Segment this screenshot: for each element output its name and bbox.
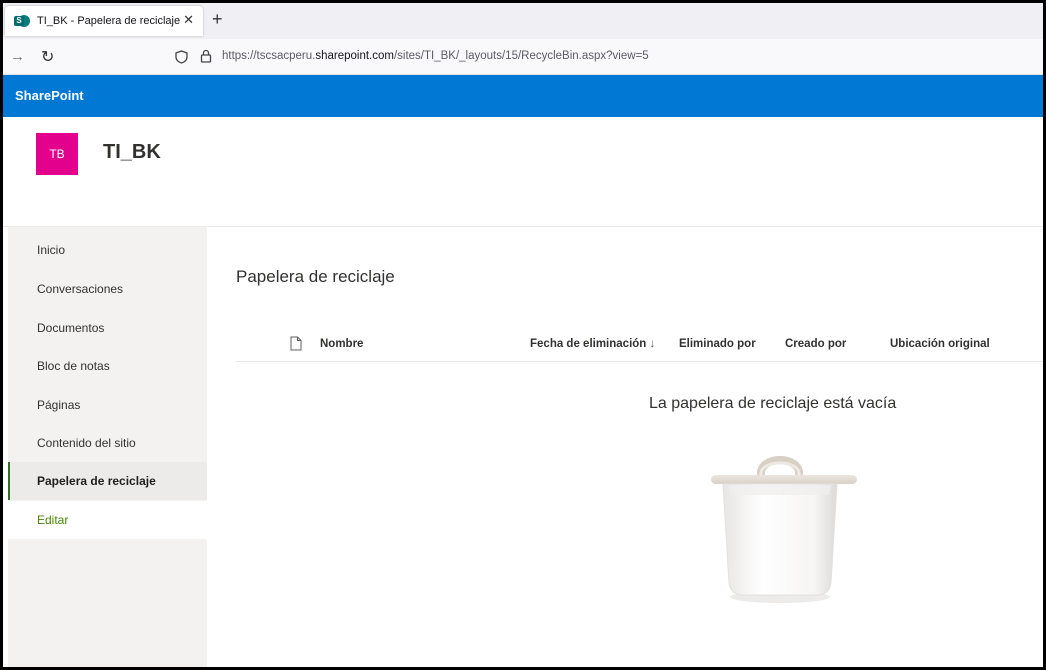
column-fecha-eliminacion-label: Fecha de eliminación: [530, 338, 647, 350]
address-bar[interactable]: https://tscsacperu.sharepoint.com/sites/…: [222, 50, 649, 62]
column-creado-por[interactable]: Creado por: [785, 338, 846, 350]
column-fecha-eliminacion[interactable]: Fecha de eliminación ↓: [530, 338, 655, 350]
empty-bin-illustration: [711, 456, 857, 603]
url-suffix: /sites/TI_BK/_layouts/15/RecycleBin.aspx…: [393, 50, 649, 62]
lock-icon[interactable]: [200, 49, 212, 63]
forward-arrow-icon[interactable]: →: [10, 48, 25, 65]
nav-item-papelera-de-reciclaje[interactable]: Papelera de reciclaje: [8, 462, 207, 500]
browser-tab[interactable]: S TI_BK - Papelera de reciclaje ✕: [5, 6, 203, 36]
url-domain: sharepoint.com: [315, 50, 394, 62]
left-navigation: Inicio Conversaciones Documentos Bloc de…: [8, 227, 207, 667]
site-header: TB TI_BK: [3, 117, 1043, 227]
document-icon: [290, 336, 302, 351]
page-title: Papelera de reciclaje: [236, 267, 395, 286]
suite-title[interactable]: SharePoint: [15, 88, 84, 103]
sharepoint-favicon: S: [14, 13, 30, 29]
nav-item-bloc-de-notas[interactable]: Bloc de notas: [8, 347, 207, 385]
tab-close-button[interactable]: ✕: [183, 13, 194, 27]
nav-item-conversaciones[interactable]: Conversaciones: [8, 270, 207, 308]
nav-item-contenido-del-sitio[interactable]: Contenido del sitio: [8, 424, 207, 462]
tab-title: TI_BK - Papelera de reciclaje: [37, 15, 181, 27]
tab-strip: S TI_BK - Papelera de reciclaje ✕ +: [3, 3, 1043, 39]
main-content: Papelera de reciclaje Nombre Fecha de el…: [207, 227, 1043, 667]
browser-window: S TI_BK - Papelera de reciclaje ✕ + → ↻ …: [3, 3, 1043, 667]
empty-state-message: La papelera de reciclaje está vacía: [649, 395, 897, 412]
site-title[interactable]: TI_BK: [103, 141, 161, 164]
new-tab-button[interactable]: +: [212, 9, 223, 29]
navigation-bar: → ↻ https://tscsacperu.sharepoint.com/si…: [3, 39, 1043, 75]
column-nombre[interactable]: Nombre: [320, 338, 363, 350]
column-ubicacion-original[interactable]: Ubicación original: [890, 338, 990, 350]
reload-icon[interactable]: ↻: [41, 47, 54, 67]
sort-down-icon: ↓: [649, 338, 656, 350]
nav-item-paginas[interactable]: Páginas: [8, 386, 207, 424]
column-eliminado-por[interactable]: Eliminado por: [679, 338, 756, 350]
shield-icon[interactable]: [175, 50, 188, 64]
nav-item-inicio[interactable]: Inicio: [8, 231, 207, 269]
column-header-row: Nombre Fecha de eliminación ↓ Eliminado …: [236, 331, 1043, 362]
nav-edit-link[interactable]: Editar: [8, 501, 207, 539]
suite-bar: SharePoint: [3, 75, 1043, 117]
site-logo[interactable]: TB: [36, 133, 78, 175]
nav-item-documentos[interactable]: Documentos: [8, 309, 207, 347]
url-prefix: https://tscsacperu.: [222, 50, 316, 62]
